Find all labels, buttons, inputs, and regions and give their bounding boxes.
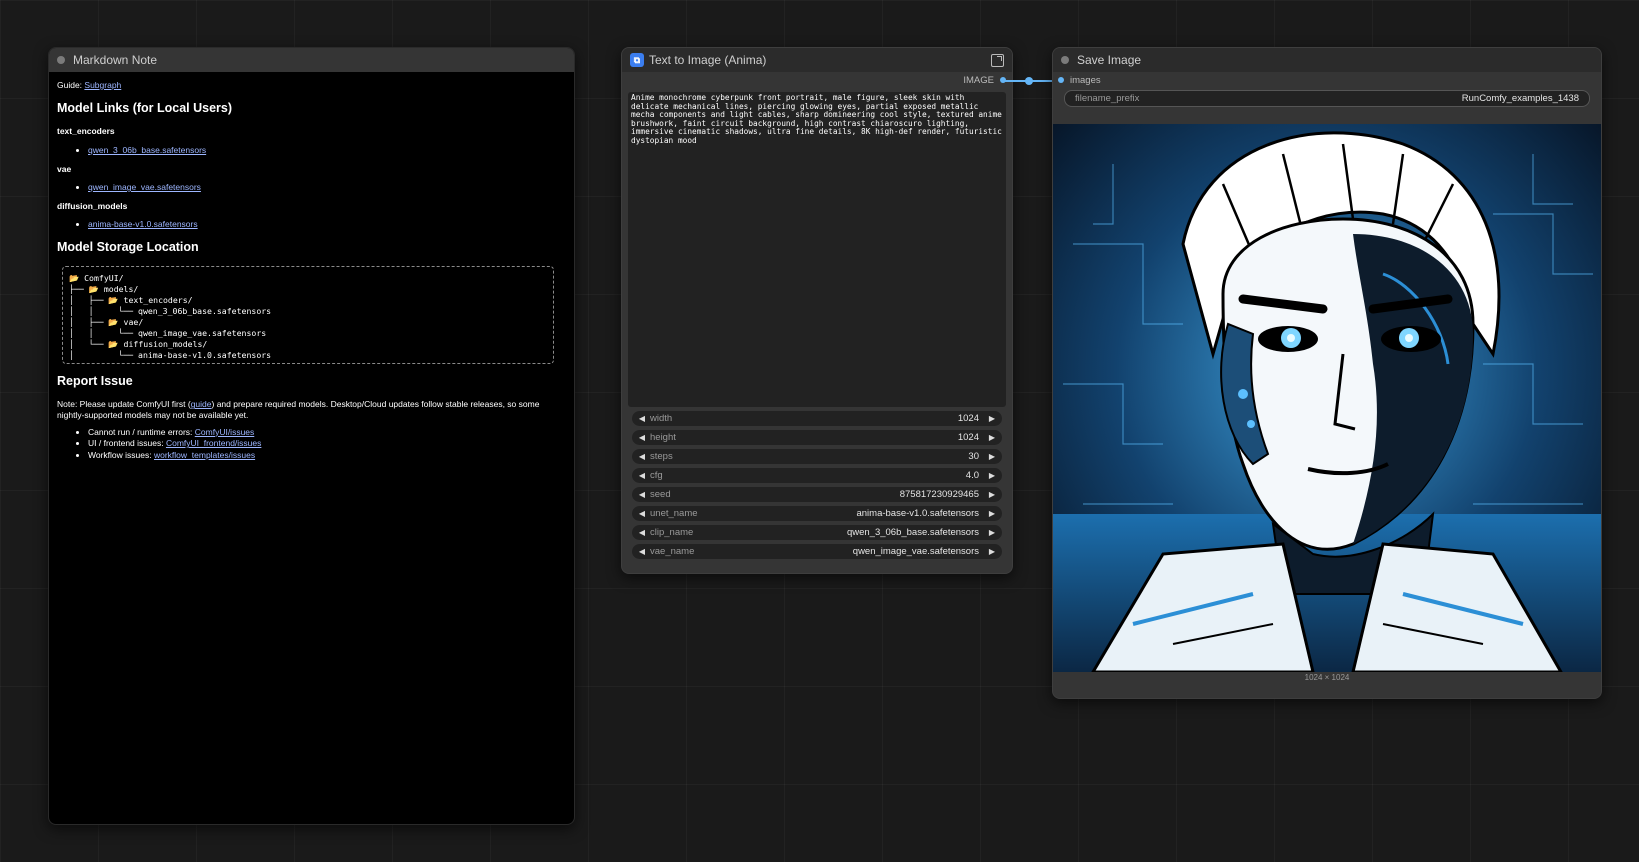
increment-arrow-icon[interactable]: ▶ — [987, 452, 997, 461]
widget-label: steps — [650, 451, 673, 462]
t2i-title: Text to Image (Anima) — [649, 53, 767, 67]
update-note: Note: Please update ComfyUI first (guide… — [57, 399, 566, 420]
storage-tree: 📂 ComfyUI/ ├── 📂 models/ │ ├── 📂 text_en… — [62, 265, 554, 364]
heading-model-links: Model Links (for Local Users) — [57, 100, 233, 115]
widget-value: qwen_3_06b_base.safetensors — [846, 527, 979, 538]
heading-text-encoders: text_encoders — [57, 126, 115, 137]
update-note-pre: Note: Please update ComfyUI first ( — [57, 399, 191, 410]
issue-link-frontend[interactable]: ComfyUI_frontend/issues — [166, 438, 261, 448]
guide-label: Guide: — [57, 80, 85, 90]
steps-widget[interactable]: ◀ steps 30 ▶ — [632, 449, 1002, 464]
widget-label: seed — [650, 489, 671, 500]
widget-value: 1024 — [957, 432, 979, 443]
cfg-widget[interactable]: ◀ cfg 4.0 ▶ — [632, 468, 1002, 483]
increment-arrow-icon[interactable]: ▶ — [987, 433, 997, 442]
widget-label: height — [650, 432, 676, 443]
t2i-header[interactable]: ⧉ Text to Image (Anima) — [622, 48, 1012, 72]
issue-label: UI / frontend issues: — [88, 438, 166, 449]
text-to-image-node[interactable]: ⧉ Text to Image (Anima) IMAGE Anime mono… — [621, 47, 1013, 574]
save-image-node[interactable]: Save Image images filename_prefix RunCom… — [1052, 47, 1602, 699]
decrement-arrow-icon[interactable]: ◀ — [637, 414, 647, 423]
widget-value: 1024 — [957, 413, 979, 424]
markdown-note-node[interactable]: Markdown Note Guide: Subgraph Model Link… — [48, 47, 575, 825]
image-output-label: IMAGE — [963, 74, 994, 86]
heading-diffusion-models: diffusion_models — [57, 200, 128, 211]
widget-value: anima-base-v1.0.safetensors — [856, 508, 979, 519]
issue-link-runtime[interactable]: ComfyUI/issues — [195, 427, 255, 437]
issue-label: Cannot run / runtime errors: — [88, 426, 195, 437]
widget-label: unet_name — [650, 508, 698, 519]
list-item: UI / frontend issues: ComfyUI_frontend/i… — [88, 438, 566, 449]
filename-prefix-label: filename_prefix — [1075, 93, 1140, 104]
images-input-slot[interactable]: images — [1053, 72, 1601, 88]
filename-prefix-field[interactable]: filename_prefix RunComfy_examples_1438 — [1064, 90, 1590, 107]
width-widget[interactable]: ◀ width 1024 ▶ — [632, 411, 1002, 426]
subgraph-icon: ⧉ — [630, 53, 644, 67]
save-header[interactable]: Save Image — [1053, 48, 1601, 72]
images-input-label: images — [1070, 74, 1101, 86]
expand-icon[interactable] — [991, 53, 1004, 67]
increment-arrow-icon[interactable]: ▶ — [987, 471, 997, 480]
heading-report-issue: Report Issue — [57, 373, 133, 388]
issue-label: Workflow issues: — [88, 449, 154, 460]
widget-label: vae_name — [650, 546, 695, 557]
list-item: Workflow issues: workflow_templates/issu… — [88, 450, 566, 461]
widget-label: clip_name — [650, 527, 694, 538]
diffusion-link[interactable]: anima-base-v1.0.safetensors — [88, 219, 198, 229]
clip-name-widget[interactable]: ◀ clip_name qwen_3_06b_base.safetensors … — [632, 525, 1002, 540]
generated-image-preview[interactable] — [1053, 124, 1601, 672]
filename-prefix-value: RunComfy_examples_1438 — [1461, 93, 1579, 104]
widget-value: qwen_image_vae.safetensors — [852, 546, 979, 557]
vae-name-widget[interactable]: ◀ vae_name qwen_image_vae.safetensors ▶ — [632, 544, 1002, 559]
decrement-arrow-icon[interactable]: ◀ — [637, 547, 647, 556]
decrement-arrow-icon[interactable]: ◀ — [637, 471, 647, 480]
increment-arrow-icon[interactable]: ▶ — [987, 547, 997, 556]
collapse-dot-icon[interactable] — [1061, 56, 1069, 64]
heading-storage: Model Storage Location — [57, 240, 199, 254]
markdown-content: Guide: Subgraph Model Links (for Local U… — [49, 72, 574, 460]
portrait-illustration — [1053, 124, 1601, 672]
guide-link[interactable]: Subgraph — [84, 80, 121, 90]
list-item: Cannot run / runtime errors: ComfyUI/iss… — [88, 427, 566, 438]
issues-list: Cannot run / runtime errors: ComfyUI/iss… — [57, 427, 566, 461]
prompt-textarea[interactable]: Anime monochrome cyberpunk front portrai… — [628, 92, 1006, 407]
input-connector-icon[interactable] — [1058, 77, 1064, 83]
increment-arrow-icon[interactable]: ▶ — [987, 414, 997, 423]
vae-link[interactable]: qwen_image_vae.safetensors — [88, 182, 201, 192]
increment-arrow-icon[interactable]: ▶ — [987, 490, 997, 499]
save-title: Save Image — [1077, 53, 1142, 67]
issue-link-workflow[interactable]: workflow_templates/issues — [154, 450, 255, 460]
heading-vae: vae — [57, 163, 72, 174]
note-header[interactable]: Markdown Note — [49, 48, 574, 72]
widget-label: width — [650, 413, 673, 424]
widget-label: cfg — [650, 470, 663, 481]
text-encoders-link[interactable]: qwen_3_06b_base.safetensors — [88, 145, 206, 155]
widget-value: 875817230929465 — [899, 489, 979, 500]
image-dimensions: 1024 × 1024 — [1304, 673, 1350, 682]
decrement-arrow-icon[interactable]: ◀ — [637, 490, 647, 499]
guide-inline-link[interactable]: guide — [191, 399, 212, 409]
image-output-slot[interactable]: IMAGE — [622, 72, 1012, 88]
height-widget[interactable]: ◀ height 1024 ▶ — [632, 430, 1002, 445]
decrement-arrow-icon[interactable]: ◀ — [637, 509, 647, 518]
increment-arrow-icon[interactable]: ▶ — [987, 528, 997, 537]
decrement-arrow-icon[interactable]: ◀ — [637, 528, 647, 537]
decrement-arrow-icon[interactable]: ◀ — [637, 433, 647, 442]
link-midpoint-dot[interactable] — [1025, 77, 1033, 85]
increment-arrow-icon[interactable]: ▶ — [987, 509, 997, 518]
seed-widget[interactable]: ◀ seed 875817230929465 ▶ — [632, 487, 1002, 502]
decrement-arrow-icon[interactable]: ◀ — [637, 452, 647, 461]
widget-value: 4.0 — [965, 470, 979, 481]
collapse-dot-icon[interactable] — [57, 56, 65, 64]
unet-name-widget[interactable]: ◀ unet_name anima-base-v1.0.safetensors … — [632, 506, 1002, 521]
note-title: Markdown Note — [73, 53, 158, 67]
widget-value: 30 — [968, 451, 979, 462]
